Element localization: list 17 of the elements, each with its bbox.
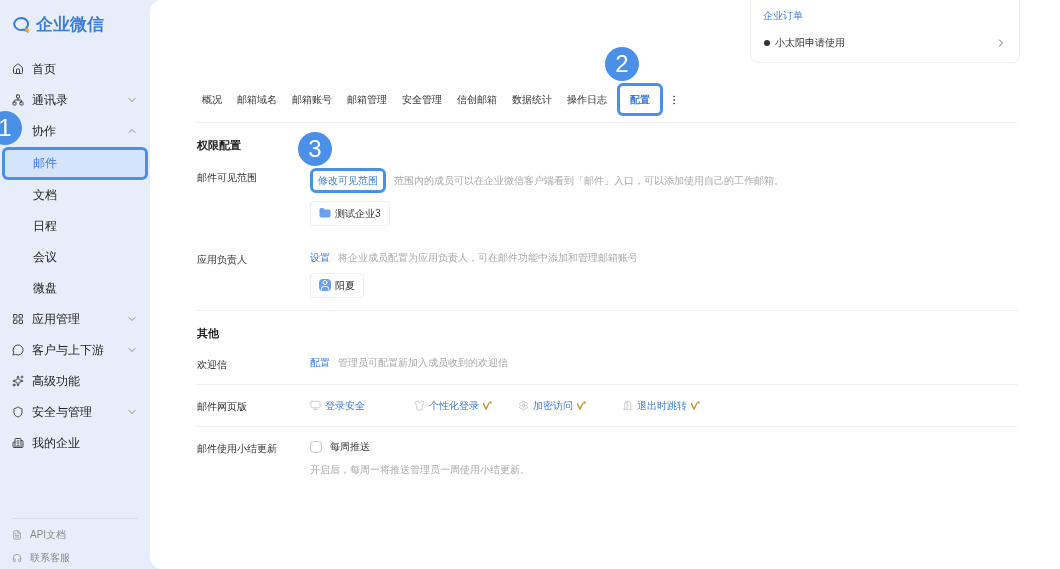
- card-title: 企业订单: [763, 9, 804, 23]
- row-label: 邮件使用小结更新: [197, 442, 278, 456]
- hint-text: 将企业成员配置为应用负责人，可在邮件功能中添加和管理邮箱账号: [338, 250, 638, 265]
- row-label: 邮件网页版: [197, 400, 248, 414]
- hint-text: 管理员可配置新加入成员收到的欢迎信: [338, 356, 508, 370]
- section-title: 其他: [197, 325, 219, 341]
- step-number-tooltip: 1: [0, 110, 22, 145]
- section-title: 权限配置: [197, 138, 241, 153]
- row-label: 邮件可见范围: [197, 170, 258, 185]
- row-label: 应用负责人: [197, 252, 248, 267]
- row-label: 欢迎信: [197, 358, 228, 372]
- step-number-tooltip: 2: [605, 47, 639, 81]
- tag-chip: 测试企业3: [310, 200, 390, 226]
- step-number-tooltip: 3: [298, 131, 332, 166]
- tag-chip: 阳夏: [310, 272, 364, 298]
- hint-text: 范围内的成员可以在企业微信客户端看到「邮件」入口，可以添加使用自己的工作邮箱。: [394, 173, 784, 188]
- logo-text: 企业微信: [36, 14, 104, 36]
